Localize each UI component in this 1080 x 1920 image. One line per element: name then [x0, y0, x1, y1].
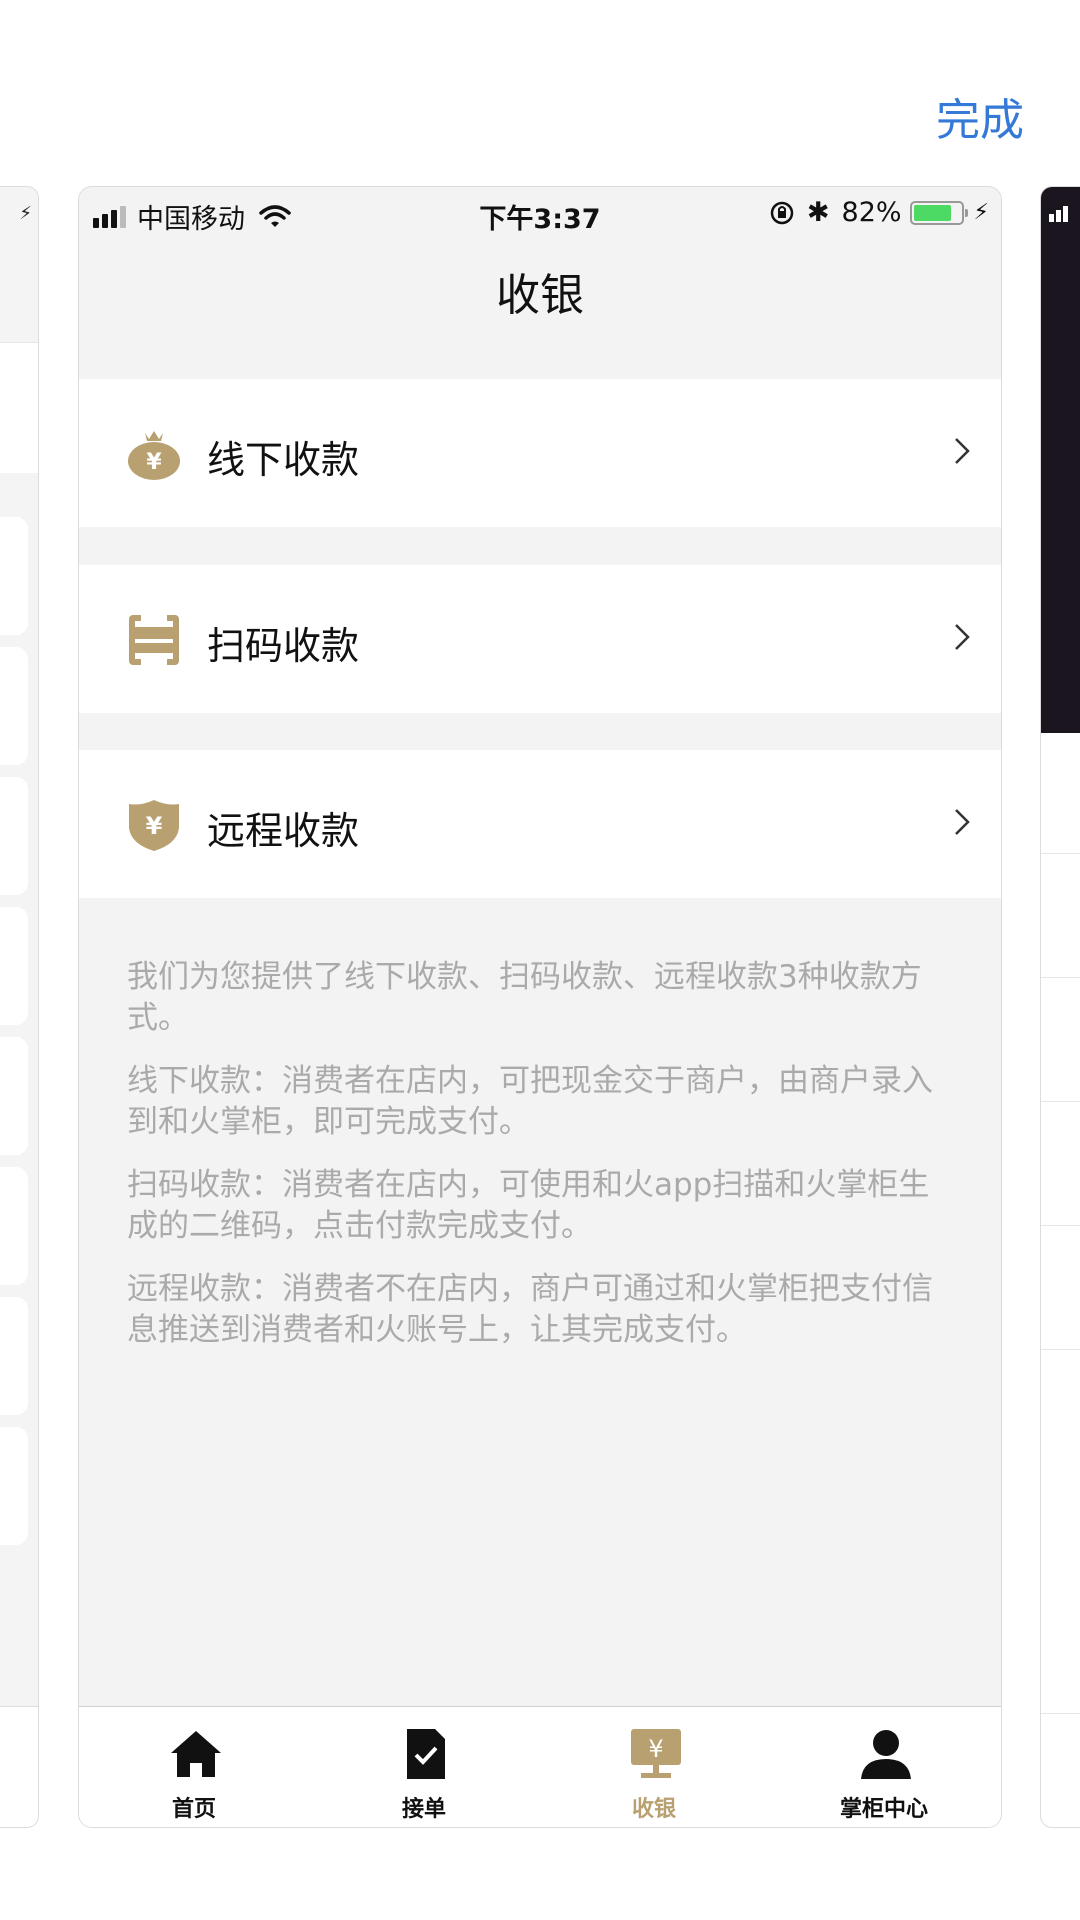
rotation-lock-icon: [770, 201, 794, 224]
description-paragraph: 远程收款：消费者不在店内，商户可通过和火掌柜把支付信息推送到消费者和火账号上，让…: [127, 1271, 933, 1348]
tab-bar: 首页 接单 ¥ 收银 掌柜中心: [79, 1706, 1001, 1827]
description-paragraph: 扫码收款：消费者在店内，可使用和火app扫描和火掌柜生成的二维码，点击付款完成支…: [127, 1167, 930, 1244]
scan-frame-icon: [129, 615, 179, 665]
shield-yen-icon: ¥: [129, 800, 179, 851]
tab-home[interactable]: 首页: [79, 1707, 309, 1827]
cashier-icon: ¥: [631, 1729, 681, 1778]
payment-description: 我们为您提供了线下收款、扫码收款、远程收款3种收款方式。 线下收款：消费者在店内…: [127, 957, 941, 1373]
tab-label: 首页: [171, 1797, 216, 1822]
tab-orders[interactable]: 接单: [309, 1707, 539, 1827]
user-icon: [861, 1730, 911, 1779]
home-icon: [171, 1731, 221, 1777]
order-check-icon: [407, 1729, 445, 1779]
tab-cashier[interactable]: ¥ 收银: [539, 1707, 769, 1827]
previous-app-card[interactable]: ⚡: [0, 186, 39, 1828]
next-app-card[interactable]: [1040, 186, 1080, 1828]
tab-manager-center[interactable]: 掌柜中心: [769, 1707, 999, 1827]
svg-text:¥: ¥: [146, 812, 163, 840]
charging-bolt-icon: ⚡: [973, 200, 989, 225]
charging-bolt-icon: ⚡: [19, 203, 32, 224]
offline-payment-item[interactable]: ¥ 线下收款: [79, 379, 1001, 527]
money-bag-icon: ¥: [128, 431, 180, 480]
signal-icon: [1049, 203, 1071, 222]
remote-payment-item[interactable]: ¥ 远程收款: [79, 750, 1001, 898]
menu-label: 远程收款: [207, 809, 360, 853]
tab-label: 收银: [631, 1797, 676, 1822]
bluetooth-icon: ✱: [806, 197, 830, 228]
menu-label: 线下收款: [207, 438, 360, 482]
tab-label: 掌柜中心: [839, 1797, 928, 1822]
chevron-right-icon: [955, 438, 970, 464]
description-paragraph: 我们为您提供了线下收款、扫码收款、远程收款3种收款方式。: [127, 959, 922, 1036]
chevron-right-icon: [955, 624, 970, 650]
menu-label: 扫码收款: [207, 624, 360, 668]
done-button[interactable]: 完成: [936, 84, 1024, 148]
status-bar: 中国移动 下午3:37 ✱ 82% ⚡: [79, 187, 1001, 243]
tab-label: 接单: [401, 1797, 446, 1822]
cashier-app-card[interactable]: 中国移动 下午3:37 ✱ 82% ⚡ 收银 ¥ 线下收款 扫码收款 ¥ 远程收…: [78, 186, 1002, 1828]
scan-payment-item[interactable]: 扫码收款: [79, 565, 1001, 713]
description-paragraph: 线下收款：消费者在店内，可把现金交于商户，由商户录入到和火掌柜，即可完成支付。: [127, 1063, 933, 1140]
page-title: 收银: [496, 270, 584, 321]
svg-text:¥: ¥: [146, 450, 162, 475]
battery-icon: [909, 200, 968, 225]
svg-text:¥: ¥: [648, 1735, 663, 1763]
battery-percent: 82%: [841, 197, 902, 228]
chevron-right-icon: [955, 809, 970, 835]
